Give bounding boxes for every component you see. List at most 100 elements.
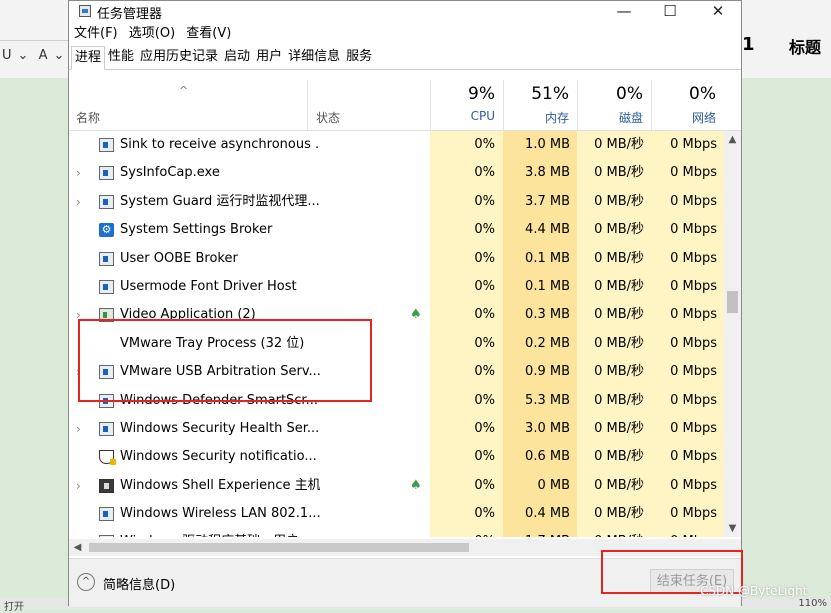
chevron-right-icon[interactable]: › bbox=[76, 415, 88, 443]
memory-total: 51% bbox=[531, 84, 569, 104]
chevron-right-icon[interactable]: › bbox=[76, 472, 88, 500]
process-network: 0 Mbps bbox=[651, 131, 724, 160]
process-row[interactable]: Windows Wireless LAN 802.1... 0% 0.4 MB 0 M… bbox=[69, 500, 724, 529]
process-disk: 0 MB/秒 bbox=[577, 301, 651, 330]
process-disk: 0 MB/秒 bbox=[577, 528, 651, 537]
background-toolbar: U ⌄ A ⌄ bbox=[2, 48, 70, 63]
window-title: 任务管理器 bbox=[97, 7, 163, 22]
heading-style-number[interactable]: 1 bbox=[742, 34, 755, 55]
process-memory: 0.4 MB bbox=[503, 500, 577, 529]
process-network: 0 Mbps bbox=[651, 159, 724, 188]
title-bar[interactable]: 任务管理器 — ☐ ✕ bbox=[69, 1, 741, 23]
window-icon bbox=[99, 535, 114, 537]
process-disk: 0 MB/秒 bbox=[577, 471, 651, 501]
menu-bar: 文件(F) 选项(O) 查看(V) bbox=[69, 23, 741, 45]
process-row[interactable]: User OOBE Broker 0% 0.1 MB 0 MB/秒 0 Mbps bbox=[69, 244, 724, 273]
tab-services[interactable]: 服务 bbox=[343, 46, 375, 68]
window-icon bbox=[99, 421, 114, 436]
process-disk: 0 MB/秒 bbox=[577, 244, 651, 273]
tab-processes[interactable]: 进程 bbox=[71, 46, 106, 70]
process-disk: 0 MB/秒 bbox=[577, 159, 651, 188]
process-network: 0 Mbps bbox=[651, 443, 724, 472]
vertical-scrollbar[interactable]: ▲ ▼ bbox=[724, 131, 741, 537]
process-disk: 0 MB/秒 bbox=[577, 443, 651, 472]
process-row[interactable]: ⚙ System Settings Broker 0% 4.4 MB 0 MB/秒 0 M… bbox=[69, 216, 724, 245]
column-memory[interactable]: 51% 内存 bbox=[503, 80, 577, 130]
fewer-details-link[interactable]: 简略信息(D) bbox=[103, 574, 175, 593]
zoom-level[interactable]: 110% bbox=[798, 598, 827, 609]
scroll-up-icon[interactable]: ▲ bbox=[724, 131, 741, 148]
process-row[interactable]: Sink to receive asynchronous ... 0% 1.0 MB… bbox=[69, 131, 724, 160]
disk-total: 0% bbox=[616, 84, 643, 104]
process-network: 0 Mbps bbox=[651, 301, 724, 330]
watermark: CSDN @ByteLight bbox=[700, 584, 808, 598]
suspended-leaf-icon: ♠ bbox=[410, 307, 422, 323]
tab-app-history[interactable]: 应用历史记录 bbox=[137, 46, 221, 68]
menu-options[interactable]: 选项(O) bbox=[129, 23, 175, 45]
column-network[interactable]: 0% 网络 bbox=[651, 80, 724, 130]
tab-startup[interactable]: 启动 bbox=[221, 46, 253, 68]
chevron-right-icon[interactable]: › bbox=[76, 188, 88, 216]
status-left: 打开 bbox=[4, 602, 24, 613]
process-row[interactable]: › Windows 驱动程序基础 - 用户... 0%1.7 MB0 MB/秒0 M… bbox=[69, 528, 724, 537]
column-name[interactable]: ^ 名称 bbox=[69, 80, 307, 130]
chevron-right-icon[interactable]: › bbox=[76, 159, 88, 187]
window-icon bbox=[99, 166, 114, 181]
horizontal-scroll-thumb[interactable] bbox=[89, 543, 469, 552]
process-row[interactable]: › SysInfoCap.exe 0% 3.8 MB 0 MB/秒 0 Mbps bbox=[69, 159, 724, 188]
column-status[interactable]: 状态 bbox=[307, 80, 430, 130]
column-header: ^ 名称 状态 9% CPU 51% 内存 0% 磁盘 0% 网络 bbox=[69, 80, 741, 131]
chevron-down-icon: ⌄ bbox=[53, 48, 65, 63]
process-name: Windows Shell Experience 主机 bbox=[120, 477, 320, 493]
heading-style-label[interactable]: 标题 bbox=[789, 34, 821, 58]
menu-file[interactable]: 文件(F) bbox=[74, 23, 118, 45]
process-name: User OOBE Broker bbox=[120, 250, 238, 266]
tab-details[interactable]: 详细信息 bbox=[285, 46, 343, 68]
minimize-button[interactable]: — bbox=[601, 1, 647, 23]
process-network: 0 Mbps bbox=[651, 187, 724, 217]
gear-icon: ⚙ bbox=[99, 223, 114, 238]
underline-tool[interactable]: U bbox=[2, 48, 12, 63]
scroll-thumb[interactable] bbox=[727, 291, 738, 313]
process-disk: 0 MB/秒 bbox=[577, 216, 651, 245]
scroll-left-icon[interactable]: ◀ bbox=[69, 539, 86, 556]
process-row[interactable]: › Windows Shell Experience 主机 ♠ 0% 0 MB 0 MB/… bbox=[69, 471, 724, 501]
process-row[interactable]: › Windows Security Health Ser... 0% 3.0 MB 0… bbox=[69, 414, 724, 444]
menu-view[interactable]: 查看(V) bbox=[186, 23, 231, 45]
process-row[interactable]: Usermode Font Driver Host 0% 0.1 MB 0 MB/秒 0… bbox=[69, 272, 724, 302]
process-disk: 0 MB/秒 bbox=[577, 386, 651, 415]
process-cpu: 0% bbox=[430, 528, 503, 537]
process-cpu: 0% bbox=[430, 216, 503, 245]
tab-bar: 进程 性能 应用历史记录 启动 用户 详细信息 服务 bbox=[69, 45, 741, 70]
process-network: 0 Mbps bbox=[651, 386, 724, 415]
maximize-button[interactable]: ☐ bbox=[647, 1, 693, 23]
cpu-total: 9% bbox=[468, 84, 495, 104]
process-memory: 0.1 MB bbox=[503, 272, 577, 302]
process-cpu: 0% bbox=[430, 500, 503, 529]
process-name: Windows 驱动程序基础 - 用户... bbox=[120, 528, 320, 537]
process-cpu: 0% bbox=[430, 471, 503, 501]
process-cpu: 0% bbox=[430, 244, 503, 273]
process-memory: 3.0 MB bbox=[503, 414, 577, 444]
process-cpu: 0% bbox=[430, 131, 503, 160]
row-spacer bbox=[76, 273, 88, 301]
task-manager-icon bbox=[79, 5, 91, 17]
process-name: Sink to receive asynchronous ... bbox=[120, 137, 320, 152]
process-cpu: 0% bbox=[430, 272, 503, 302]
close-button[interactable]: ✕ bbox=[695, 1, 741, 23]
column-cpu[interactable]: 9% CPU bbox=[430, 80, 503, 130]
process-row[interactable]: Windows Security notificatio... 0% 0.6 MB 0… bbox=[69, 443, 724, 472]
memory-label: 内存 bbox=[544, 111, 569, 125]
chevron-right-icon[interactable]: › bbox=[76, 528, 88, 537]
process-cpu: 0% bbox=[430, 414, 503, 444]
font-color-tool[interactable]: A bbox=[39, 48, 48, 63]
tab-performance[interactable]: 性能 bbox=[105, 46, 137, 68]
process-memory: 4.4 MB bbox=[503, 216, 577, 245]
process-row[interactable]: › System Guard 运行时监视代理... 0% 3.7 MB 0 MB/秒 0 … bbox=[69, 187, 724, 217]
process-memory: 3.7 MB bbox=[503, 187, 577, 217]
chevron-up-icon[interactable]: ^ bbox=[77, 573, 95, 591]
network-label: 网络 bbox=[691, 111, 716, 125]
scroll-down-icon[interactable]: ▼ bbox=[724, 520, 741, 537]
tab-users[interactable]: 用户 bbox=[253, 46, 285, 68]
column-disk[interactable]: 0% 磁盘 bbox=[577, 80, 651, 130]
